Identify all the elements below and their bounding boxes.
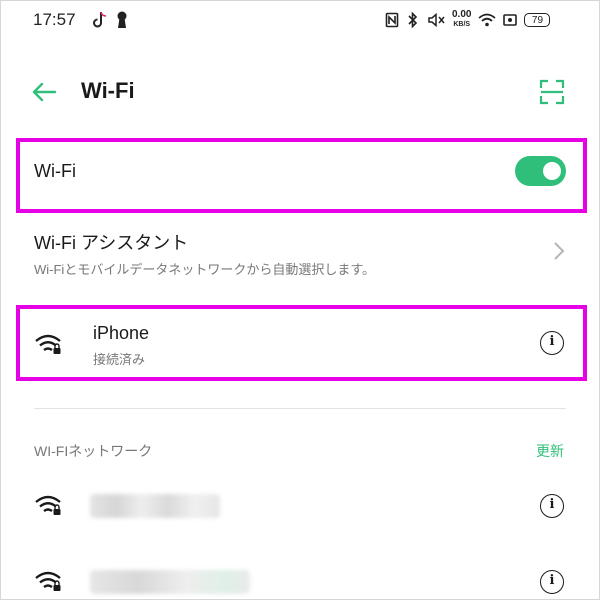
net-speed: 0.00 KB/S bbox=[452, 10, 471, 30]
connected-network-status: 接続済み bbox=[93, 352, 146, 367]
obscured-network-name bbox=[90, 494, 220, 518]
connected-network-name: iPhone bbox=[93, 323, 150, 343]
wifi-signal-locked-icon bbox=[35, 571, 61, 591]
net-speed-unit: KB/S bbox=[453, 21, 471, 28]
connected-network-row[interactable]: iPhone 接続済み i bbox=[20, 309, 583, 377]
section-divider bbox=[34, 408, 566, 409]
obscured-network-name bbox=[90, 570, 250, 594]
wifi-assistant-row[interactable]: Wi-Fi アシスタント Wi-Fiとモバイルデータネットワークから自動選択しま… bbox=[0, 222, 600, 282]
wifi-assistant-title: Wi-Fi アシスタント bbox=[34, 233, 189, 253]
network-list-item[interactable]: i bbox=[0, 562, 600, 600]
battery-indicator: 79 bbox=[524, 13, 551, 27]
wifi-toggle-switch[interactable] bbox=[515, 156, 566, 186]
nfc-icon bbox=[385, 12, 399, 28]
wifi-signal-locked-icon bbox=[35, 334, 61, 354]
status-right-icons: 0.00 KB/S 79 bbox=[385, 10, 551, 30]
wifi-networks-section-title: WI-FIネットワーク bbox=[34, 443, 153, 459]
network-info-icon[interactable]: i bbox=[540, 570, 564, 594]
wifi-status-icon bbox=[478, 13, 497, 27]
network-list-item[interactable]: i bbox=[0, 484, 600, 530]
wifi-assistant-subtitle: Wi-Fiとモバイルデータネットワークから自動選択します。 bbox=[34, 262, 376, 277]
tiktok-icon bbox=[93, 11, 107, 28]
status-left-icons bbox=[92, 11, 128, 29]
page-title: Wi-Fi bbox=[81, 78, 135, 103]
wifi-signal-locked-icon bbox=[35, 495, 61, 515]
qr-scan-icon[interactable] bbox=[538, 78, 566, 106]
mute-icon bbox=[428, 12, 445, 28]
screen-record-icon bbox=[503, 14, 518, 26]
keyhole-icon bbox=[117, 11, 127, 28]
wifi-toggle-label: Wi-Fi bbox=[34, 161, 76, 181]
chevron-right-icon bbox=[554, 242, 565, 260]
refresh-button[interactable]: 更新 bbox=[536, 441, 564, 461]
connected-network-info-icon[interactable]: i bbox=[540, 331, 564, 355]
net-speed-value: 0.00 bbox=[452, 9, 472, 20]
status-time: 17:57 bbox=[33, 10, 76, 29]
wifi-toggle-highlight bbox=[16, 138, 587, 213]
bluetooth-icon bbox=[408, 12, 418, 28]
network-info-icon[interactable]: i bbox=[540, 494, 564, 518]
back-arrow-icon[interactable] bbox=[30, 78, 58, 106]
